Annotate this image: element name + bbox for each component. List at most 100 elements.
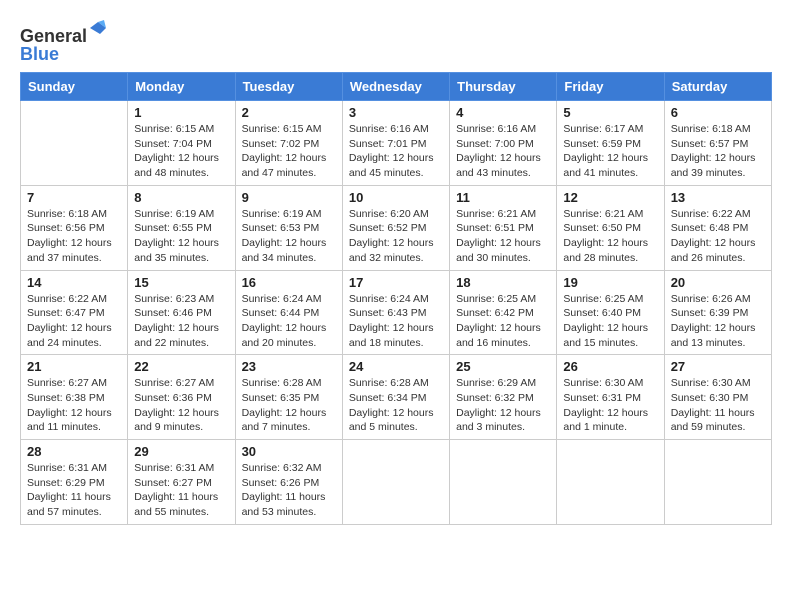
header: General Blue: [20, 16, 772, 64]
calendar-cell: 16Sunrise: 6:24 AM Sunset: 6:44 PM Dayli…: [235, 270, 342, 355]
day-info: Sunrise: 6:24 AM Sunset: 6:43 PM Dayligh…: [349, 292, 443, 351]
logo: General Blue: [20, 20, 110, 64]
header-tuesday: Tuesday: [235, 73, 342, 101]
day-info: Sunrise: 6:18 AM Sunset: 6:57 PM Dayligh…: [671, 122, 765, 181]
day-number: 11: [456, 190, 550, 205]
header-wednesday: Wednesday: [342, 73, 449, 101]
day-info: Sunrise: 6:32 AM Sunset: 6:26 PM Dayligh…: [242, 461, 336, 520]
calendar-cell: 14 Sunrise: 6:22 AM Sunset: 6:47 PM Dayli…: [21, 270, 128, 355]
day-info: Sunrise: 6:30 AM Sunset: 6:31 PM Dayligh…: [563, 376, 657, 435]
calendar-cell: 1Sunrise: 6:15 AM Sunset: 7:04 PM Daylig…: [128, 101, 235, 186]
calendar-cell: 18 Sunrise: 6:25 AM Sunset: 6:42 PM Dayli…: [450, 270, 557, 355]
svg-text:General: General: [20, 26, 87, 46]
calendar-cell: 13 Sunrise: 6:22 AM Sunset: 6:48 PM Dayli…: [664, 185, 771, 270]
calendar-cell: 22 Sunrise: 6:27 AM Sunset: 6:36 PM Dayli…: [128, 355, 235, 440]
day-info: Sunrise: 6:21 AM Sunset: 6:50 PM Dayligh…: [563, 207, 657, 266]
day-number: 23: [242, 359, 336, 374]
calendar-week-1: 1Sunrise: 6:15 AM Sunset: 7:04 PM Daylig…: [21, 101, 772, 186]
header-monday: Monday: [128, 73, 235, 101]
calendar-week-3: 14 Sunrise: 6:22 AM Sunset: 6:47 PM Dayli…: [21, 270, 772, 355]
day-info: Sunrise: 6:31 AM Sunset: 6:27 PM Dayligh…: [134, 461, 228, 520]
day-info: Sunrise: 6:22 AM Sunset: 6:47 PM Dayligh…: [27, 292, 121, 351]
calendar-cell: 27 Sunrise: 6:30 AM Sunset: 6:30 PM Dayli…: [664, 355, 771, 440]
day-number: 9: [242, 190, 336, 205]
calendar-cell: 29 Sunrise: 6:31 AM Sunset: 6:27 PM Dayli…: [128, 440, 235, 525]
day-info: Sunrise: 6:27 AM Sunset: 6:36 PM Dayligh…: [134, 376, 228, 435]
calendar-cell: 20 Sunrise: 6:26 AM Sunset: 6:39 PM Dayli…: [664, 270, 771, 355]
day-number: 14: [27, 275, 121, 290]
day-info: Sunrise: 6:29 AM Sunset: 6:32 PM Dayligh…: [456, 376, 550, 435]
calendar-cell: [342, 440, 449, 525]
day-info: Sunrise: 6:15 AM Sunset: 7:04 PM Dayligh…: [134, 122, 228, 181]
day-info: Sunrise: 6:16 AM Sunset: 7:00 PM Dayligh…: [456, 122, 550, 181]
calendar-cell: 7 Sunrise: 6:18 AM Sunset: 6:56 PM Daylig…: [21, 185, 128, 270]
day-info: Sunrise: 6:22 AM Sunset: 6:48 PM Dayligh…: [671, 207, 765, 266]
day-info: Sunrise: 6:18 AM Sunset: 6:56 PM Dayligh…: [27, 207, 121, 266]
calendar-cell: 25 Sunrise: 6:29 AM Sunset: 6:32 PM Dayli…: [450, 355, 557, 440]
calendar-cell: 8 Sunrise: 6:19 AM Sunset: 6:55 PM Daylig…: [128, 185, 235, 270]
day-number: 7: [27, 190, 121, 205]
day-number: 20: [671, 275, 765, 290]
header-friday: Friday: [557, 73, 664, 101]
day-number: 29: [134, 444, 228, 459]
day-number: 8: [134, 190, 228, 205]
header-saturday: Saturday: [664, 73, 771, 101]
calendar-table: SundayMondayTuesdayWednesdayThursdayFrid…: [20, 72, 772, 525]
calendar-cell: 12 Sunrise: 6:21 AM Sunset: 6:50 PM Dayli…: [557, 185, 664, 270]
day-number: 28: [27, 444, 121, 459]
calendar-cell: 3 Sunrise: 6:16 AM Sunset: 7:01 PM Daylig…: [342, 101, 449, 186]
day-info: Sunrise: 6:28 AM Sunset: 6:34 PM Dayligh…: [349, 376, 443, 435]
header-sunday: Sunday: [21, 73, 128, 101]
day-info: Sunrise: 6:20 AM Sunset: 6:52 PM Dayligh…: [349, 207, 443, 266]
day-info: Sunrise: 6:26 AM Sunset: 6:39 PM Dayligh…: [671, 292, 765, 351]
day-info: Sunrise: 6:19 AM Sunset: 6:53 PM Dayligh…: [242, 207, 336, 266]
calendar-cell: 10Sunrise: 6:20 AM Sunset: 6:52 PM Dayli…: [342, 185, 449, 270]
calendar-header-row: SundayMondayTuesdayWednesdayThursdayFrid…: [21, 73, 772, 101]
calendar-cell: 11Sunrise: 6:21 AM Sunset: 6:51 PM Dayli…: [450, 185, 557, 270]
calendar-cell: [450, 440, 557, 525]
calendar-cell: 5 Sunrise: 6:17 AM Sunset: 6:59 PM Daylig…: [557, 101, 664, 186]
day-info: Sunrise: 6:15 AM Sunset: 7:02 PM Dayligh…: [242, 122, 336, 181]
calendar-cell: [664, 440, 771, 525]
day-number: 5: [563, 105, 657, 120]
day-info: Sunrise: 6:31 AM Sunset: 6:29 PM Dayligh…: [27, 461, 121, 520]
day-number: 6: [671, 105, 765, 120]
day-info: Sunrise: 6:25 AM Sunset: 6:42 PM Dayligh…: [456, 292, 550, 351]
day-info: Sunrise: 6:28 AM Sunset: 6:35 PM Dayligh…: [242, 376, 336, 435]
day-number: 3: [349, 105, 443, 120]
day-number: 25: [456, 359, 550, 374]
calendar-cell: [557, 440, 664, 525]
calendar-week-5: 28 Sunrise: 6:31 AM Sunset: 6:29 PM Dayli…: [21, 440, 772, 525]
day-number: 22: [134, 359, 228, 374]
day-number: 24: [349, 359, 443, 374]
calendar-cell: 26Sunrise: 6:30 AM Sunset: 6:31 PM Dayli…: [557, 355, 664, 440]
header-thursday: Thursday: [450, 73, 557, 101]
calendar-cell: 23 Sunrise: 6:28 AM Sunset: 6:35 PM Dayli…: [235, 355, 342, 440]
day-number: 27: [671, 359, 765, 374]
day-info: Sunrise: 6:23 AM Sunset: 6:46 PM Dayligh…: [134, 292, 228, 351]
calendar-cell: 24 Sunrise: 6:28 AM Sunset: 6:34 PM Dayli…: [342, 355, 449, 440]
day-number: 13: [671, 190, 765, 205]
day-number: 12: [563, 190, 657, 205]
calendar-cell: 21 Sunrise: 6:27 AM Sunset: 6:38 PM Dayli…: [21, 355, 128, 440]
day-info: Sunrise: 6:19 AM Sunset: 6:55 PM Dayligh…: [134, 207, 228, 266]
calendar-cell: 30Sunrise: 6:32 AM Sunset: 6:26 PM Dayli…: [235, 440, 342, 525]
calendar-cell: 2 Sunrise: 6:15 AM Sunset: 7:02 PM Daylig…: [235, 101, 342, 186]
calendar-cell: 15Sunrise: 6:23 AM Sunset: 6:46 PM Dayli…: [128, 270, 235, 355]
day-info: Sunrise: 6:27 AM Sunset: 6:38 PM Dayligh…: [27, 376, 121, 435]
day-number: 2: [242, 105, 336, 120]
day-info: Sunrise: 6:17 AM Sunset: 6:59 PM Dayligh…: [563, 122, 657, 181]
calendar-cell: [21, 101, 128, 186]
day-number: 4: [456, 105, 550, 120]
day-number: 21: [27, 359, 121, 374]
logo-icon: General Blue: [20, 20, 110, 64]
day-number: 18: [456, 275, 550, 290]
calendar-cell: 19Sunrise: 6:25 AM Sunset: 6:40 PM Dayli…: [557, 270, 664, 355]
calendar-cell: 6 Sunrise: 6:18 AM Sunset: 6:57 PM Daylig…: [664, 101, 771, 186]
day-info: Sunrise: 6:25 AM Sunset: 6:40 PM Dayligh…: [563, 292, 657, 351]
day-info: Sunrise: 6:24 AM Sunset: 6:44 PM Dayligh…: [242, 292, 336, 351]
calendar-cell: 9 Sunrise: 6:19 AM Sunset: 6:53 PM Daylig…: [235, 185, 342, 270]
calendar-week-4: 21 Sunrise: 6:27 AM Sunset: 6:38 PM Dayli…: [21, 355, 772, 440]
day-info: Sunrise: 6:30 AM Sunset: 6:30 PM Dayligh…: [671, 376, 765, 435]
day-info: Sunrise: 6:16 AM Sunset: 7:01 PM Dayligh…: [349, 122, 443, 181]
